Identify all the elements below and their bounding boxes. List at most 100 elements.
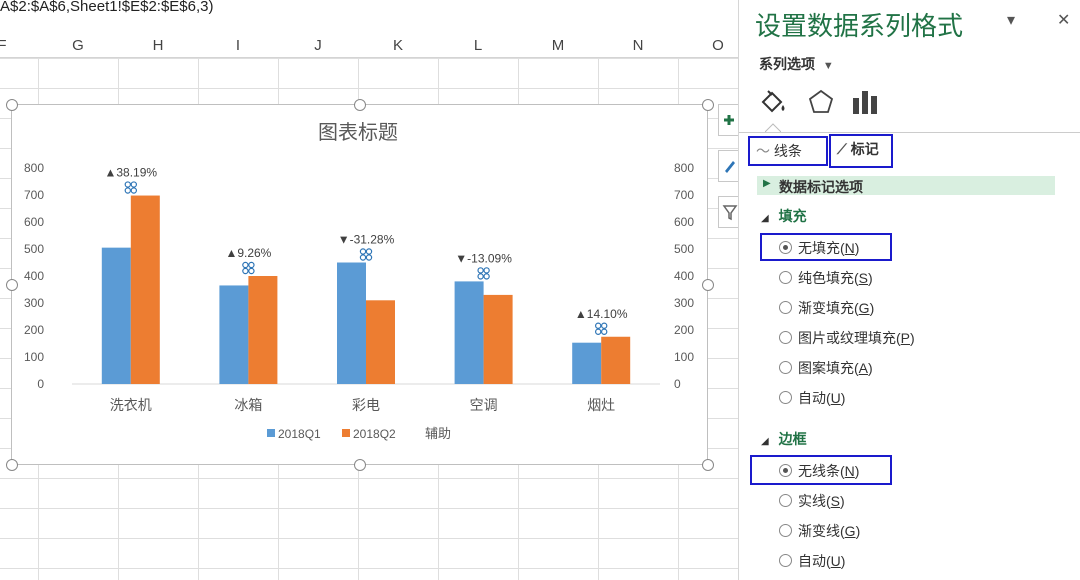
paint-bucket-icon xyxy=(761,90,785,113)
helper-series-marker xyxy=(483,273,490,280)
formula-bar[interactable]: A$2:$A$6,Sheet1!$E$2:$E$6,3) xyxy=(0,0,740,20)
option-label: 图片或纹理填充 xyxy=(798,330,896,346)
plus-icon xyxy=(724,115,734,125)
y-tick-label-right: 400 xyxy=(674,269,694,283)
column-header-h[interactable]: H xyxy=(118,35,198,57)
radio-auto-line[interactable]: 自动(U) xyxy=(779,551,845,571)
bar-chart-icon xyxy=(853,91,877,114)
resize-handle-tl[interactable] xyxy=(6,99,18,111)
y-tick-label-left: 100 xyxy=(24,350,44,364)
y-tick-label-left: 400 xyxy=(24,269,44,283)
bar-2018Q2 xyxy=(601,336,631,384)
subtab-line[interactable]: 〜 线条 xyxy=(748,136,828,166)
tab-pointer xyxy=(765,123,781,132)
fill-section-header[interactable]: ◢ 填充 xyxy=(761,206,807,226)
legend-swatch-2018q2 xyxy=(342,429,350,437)
data-label: ▲38.19% xyxy=(105,166,158,180)
helper-series-marker xyxy=(595,322,602,329)
chart-area[interactable]: 图表标题 0 0 100 100 200 200 300 300 400 400 500 500 600… xyxy=(11,104,708,465)
resize-handle-tr[interactable] xyxy=(702,99,714,111)
radio-auto-fill[interactable]: 自动(U) xyxy=(779,388,845,408)
radio-solid-line[interactable]: 实线(S) xyxy=(779,491,845,511)
effects-tab[interactable] xyxy=(805,86,837,118)
series-options-tab[interactable] xyxy=(849,86,881,118)
y-tick-label-right: 0 xyxy=(674,377,681,391)
series-options-dropdown[interactable]: 系列选项 ▼ xyxy=(759,54,834,74)
y-tick-label-left: 200 xyxy=(24,323,44,337)
data-label: ▲9.26% xyxy=(225,246,271,260)
helper-series-marker xyxy=(365,254,373,261)
bar-chart[interactable]: 图表标题 0 0 100 100 200 200 300 300 400 400 500 500 600… xyxy=(12,105,707,464)
x-tick-label: 洗衣机 xyxy=(110,397,152,413)
x-tick-label: 空调 xyxy=(470,397,498,413)
data-label: ▼-13.09% xyxy=(455,251,512,265)
accelerator-key: U xyxy=(830,390,841,406)
tab-divider xyxy=(739,132,1080,133)
option-label: 图案填充 xyxy=(798,360,854,376)
radio-button[interactable] xyxy=(779,301,792,314)
radio-button[interactable] xyxy=(779,554,792,567)
border-section-header[interactable]: ◢ 边框 xyxy=(761,429,807,449)
fill-line-tab[interactable] xyxy=(757,86,789,118)
pane-title: 设置数据系列格式 xyxy=(755,11,964,41)
border-heading: 边框 xyxy=(778,431,807,447)
y-tick-label-left: 500 xyxy=(24,242,44,256)
helper-series-marker xyxy=(359,254,367,261)
column-header-m[interactable]: M xyxy=(518,35,598,57)
helper-series-marker xyxy=(601,328,608,335)
caret-down-icon: ◢ xyxy=(761,213,769,224)
radio-gradient-fill[interactable]: 渐变填充(G) xyxy=(779,298,874,318)
helper-series-marker xyxy=(477,267,484,274)
resize-handle-br[interactable] xyxy=(702,459,714,471)
helper-series-marker xyxy=(242,267,249,275)
radio-button[interactable] xyxy=(779,361,792,374)
column-header-l[interactable]: L xyxy=(438,35,518,57)
chevron-down-icon: ▼ xyxy=(822,60,834,72)
radio-button[interactable] xyxy=(779,271,792,284)
y-tick-label-left: 600 xyxy=(24,215,44,229)
pane-options-dropdown[interactable]: ▾ xyxy=(1007,10,1015,30)
helper-series-marker xyxy=(248,267,255,275)
radio-solid-fill[interactable]: 纯色填充(S) xyxy=(779,268,873,288)
radio-picture-fill[interactable]: 图片或纹理填充(P) xyxy=(779,328,915,348)
bar-2018Q1 xyxy=(454,281,484,384)
radio-button[interactable] xyxy=(779,331,792,344)
bar-2018Q2 xyxy=(483,294,513,384)
column-header-n[interactable]: N xyxy=(598,35,678,57)
resize-handle-right[interactable] xyxy=(702,279,714,291)
radio-button[interactable] xyxy=(779,524,792,537)
bar-2018Q2 xyxy=(366,300,395,384)
radio-pattern-fill[interactable]: 图案填充(A) xyxy=(779,358,873,378)
column-header-g[interactable]: G xyxy=(38,35,118,57)
data-label: ▲14.10% xyxy=(575,307,628,321)
column-header-i[interactable]: I xyxy=(198,35,278,57)
option-label: 自动 xyxy=(798,390,826,406)
resize-handle-top[interactable] xyxy=(354,99,366,111)
accelerator-key: S xyxy=(858,270,869,286)
column-header-j[interactable]: J xyxy=(278,35,358,57)
radio-button[interactable] xyxy=(779,391,792,404)
resize-handle-left[interactable] xyxy=(6,279,18,291)
x-tick-label: 烟灶 xyxy=(587,397,615,413)
y-tick-label-right: 300 xyxy=(674,296,694,310)
column-header-k[interactable]: K xyxy=(358,35,438,57)
close-icon[interactable]: ✕ xyxy=(1057,10,1070,30)
line-icon: 〜 xyxy=(756,143,770,159)
chart-title[interactable]: 图表标题 xyxy=(318,121,398,144)
subtab-marker[interactable]: ⟋ 标记 xyxy=(829,134,893,168)
helper-series-marker xyxy=(477,273,484,280)
bar-2018Q2 xyxy=(130,195,160,384)
marker-options-header[interactable]: ▶ 数据标记选项 xyxy=(757,176,1055,195)
radio-gradient-line[interactable]: 渐变线(G) xyxy=(779,521,860,541)
helper-series-marker xyxy=(483,267,490,274)
y-tick-label-left: 0 xyxy=(37,377,44,391)
caret-right-icon: ▶ xyxy=(763,178,771,189)
pentagon-icon xyxy=(808,89,834,113)
series-options-label: 系列选项 xyxy=(759,56,815,72)
resize-handle-bl[interactable] xyxy=(6,459,18,471)
radio-button[interactable] xyxy=(779,494,792,507)
formula-text: A$2:$A$6,Sheet1!$E$2:$E$6,3) xyxy=(0,0,214,15)
column-headers: F G H I J K L M N O xyxy=(0,35,738,58)
column-header-f[interactable]: F xyxy=(0,35,42,57)
resize-handle-bottom[interactable] xyxy=(354,459,366,471)
